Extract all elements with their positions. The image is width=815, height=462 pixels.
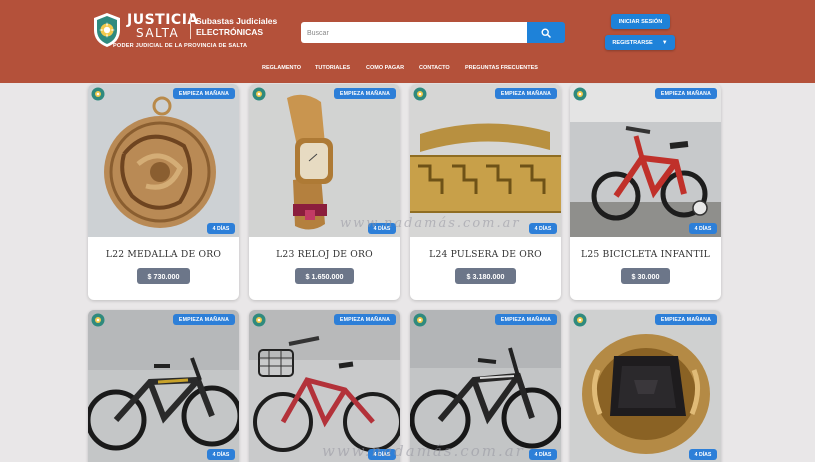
brand-name-line1: JUSTICIA (127, 12, 199, 28)
chevron-down-icon: ▼ (661, 39, 668, 46)
brand-subtitle-line2: ELECTRÓNICAS (196, 27, 264, 37)
nav-como-pagar[interactable]: COMO PAGAR (366, 64, 404, 72)
lot-card[interactable]: EMPIEZA MAÑANA 4 DÍAS (410, 310, 561, 462)
justice-seal-icon (413, 87, 427, 101)
lot-card[interactable]: EMPIEZA MAÑANA 4 DÍAS (249, 310, 400, 462)
days-badge: 4 DÍAS (368, 223, 396, 234)
site-header: JUSTICIA SALTA Subastas Judiciales ELECT… (0, 0, 815, 83)
lot-photo-red-city-bike[interactable]: EMPIEZA MAÑANA 4 DÍAS (249, 310, 400, 462)
lot-photo-gold-signet-ring[interactable]: EMPIEZA MAÑANA 4 DÍAS (570, 310, 721, 462)
status-badge: EMPIEZA MAÑANA (655, 314, 717, 325)
justice-seal-icon (573, 313, 587, 327)
brand-subtitle-line1: Subastas Judiciales (196, 16, 278, 26)
status-badge: EMPIEZA MAÑANA (495, 88, 557, 99)
status-badge: EMPIEZA MAÑANA (334, 314, 396, 325)
lot-photo-black-mountain-bike-2[interactable]: EMPIEZA MAÑANA 4 DÍAS (410, 310, 561, 462)
lot-card[interactable]: EMPIEZA MAÑANA 4 DÍAS L23 RELOJ DE ORO $… (249, 84, 400, 300)
lot-photo-gold-bracelet[interactable]: EMPIEZA MAÑANA 4 DÍAS (410, 84, 561, 237)
status-badge: EMPIEZA MAÑANA (655, 88, 717, 99)
lot-photo-black-mountain-bike[interactable]: EMPIEZA MAÑANA 4 DÍAS (88, 310, 239, 462)
lot-title[interactable]: L24 PULSERA DE ORO (410, 249, 561, 260)
status-badge: EMPIEZA MAÑANA (334, 88, 396, 99)
days-badge: 4 DÍAS (689, 449, 717, 460)
nav-reglamento[interactable]: REGLAMENTO (262, 64, 301, 72)
lot-photo-kids-bicycle[interactable]: EMPIEZA MAÑANA 4 DÍAS (570, 84, 721, 237)
status-badge: EMPIEZA MAÑANA (495, 314, 557, 325)
lot-card[interactable]: EMPIEZA MAÑANA 4 DÍAS L24 PULSERA DE ORO… (410, 84, 561, 300)
nav-preguntas-frecuentes[interactable]: PREGUNTAS FRECUENTES (465, 64, 538, 72)
status-badge: EMPIEZA MAÑANA (173, 88, 235, 99)
lot-price[interactable]: $ 3.180.000 (455, 268, 516, 284)
search-icon (541, 27, 551, 38)
nav-tutoriales[interactable]: TUTORIALES (315, 64, 350, 72)
brand-organization: PODER JUDICIAL DE LA PROVINCIA DE SALTA (113, 43, 248, 49)
lot-card[interactable]: EMPIEZA MAÑANA 4 DÍAS (570, 310, 721, 462)
lot-price[interactable]: $ 1.650.000 (295, 268, 354, 284)
lot-card[interactable]: EMPIEZA MAÑANA 4 DÍAS L25 BICICLETA INFA… (570, 84, 721, 300)
justice-seal-icon (252, 87, 266, 101)
days-badge: 4 DÍAS (689, 223, 717, 234)
lot-card[interactable]: EMPIEZA MAÑANA 4 DÍAS L22 MEDALLA DE ORO… (88, 84, 239, 300)
lot-price[interactable]: $ 30.000 (621, 268, 670, 284)
justice-seal-icon (573, 87, 587, 101)
search-box (301, 22, 528, 44)
status-badge: EMPIEZA MAÑANA (173, 314, 235, 325)
justice-seal-icon (252, 313, 266, 327)
main-nav: REGLAMENTO TUTORIALES COMO PAGAR CONTACT… (0, 64, 815, 72)
register-button[interactable]: REGISTRARSE ▼ (605, 35, 675, 50)
days-badge: 4 DÍAS (207, 223, 235, 234)
lot-title[interactable]: L23 RELOJ DE ORO (249, 249, 400, 260)
justice-seal-icon (91, 87, 105, 101)
register-label: REGISTRARSE (612, 39, 653, 46)
days-badge: 4 DÍAS (207, 449, 235, 460)
lot-photo-gold-watch[interactable]: EMPIEZA MAÑANA 4 DÍAS (249, 84, 400, 237)
search-input[interactable] (301, 23, 528, 44)
search-button[interactable] (527, 22, 565, 43)
login-button[interactable]: INICIAR SESIÓN (611, 14, 670, 29)
justice-seal-icon (91, 313, 105, 327)
brand-divider (190, 13, 191, 39)
lot-title[interactable]: L22 MEDALLA DE ORO (88, 249, 239, 260)
justice-seal-icon (413, 313, 427, 327)
days-badge: 4 DÍAS (529, 449, 557, 460)
days-badge: 4 DÍAS (368, 449, 396, 460)
lot-photo-gold-medal[interactable]: EMPIEZA MAÑANA 4 DÍAS (88, 84, 239, 237)
nav-contacto[interactable]: CONTACTO (419, 64, 450, 72)
lot-title[interactable]: L25 BICICLETA INFANTIL (570, 249, 721, 260)
lot-card[interactable]: EMPIEZA MAÑANA 4 DÍAS (88, 310, 239, 462)
lot-price[interactable]: $ 730.000 (137, 268, 190, 284)
days-badge: 4 DÍAS (529, 223, 557, 234)
brand-name-line2: SALTA (136, 26, 180, 40)
